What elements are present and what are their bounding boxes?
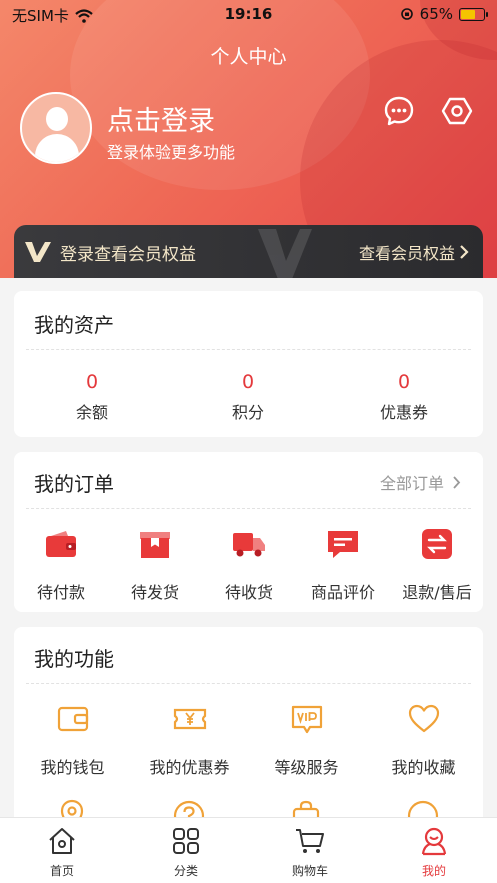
func-coupons[interactable]: 我的优惠券 — [131, 702, 248, 778]
order-pending-shipment[interactable]: 待发货 — [108, 527, 202, 603]
order-refund[interactable]: 退款/售后 — [390, 527, 484, 603]
chat-bubble-icon[interactable] — [383, 95, 415, 127]
heart-icon — [408, 704, 439, 733]
package-icon — [140, 532, 170, 558]
asset-value: 0 — [241, 371, 255, 393]
assets-card: 我的资产 0 余额 0 积分 0 优惠券 — [14, 291, 483, 437]
tab-category[interactable]: 分类 — [124, 826, 248, 879]
tab-bar: 首页 分类 购物车 我的 — [0, 817, 497, 883]
cart-icon — [296, 829, 324, 853]
chevron-right-icon — [453, 475, 461, 489]
func-label: 等级服务 — [274, 758, 339, 777]
asset-label: 优惠券 — [379, 403, 428, 422]
tab-label: 分类 — [173, 864, 198, 878]
vip-banner[interactable]: 登录查看会员权益 查看会员权益 — [14, 225, 483, 278]
tab-label: 首页 — [49, 864, 74, 878]
assets-title: 我的资产 — [34, 313, 114, 337]
asset-label: 积分 — [231, 403, 264, 422]
func-level-service[interactable]: 等级服务 — [248, 702, 365, 778]
avatar[interactable] — [20, 92, 92, 164]
all-orders-label: 全部订单 — [379, 474, 444, 493]
vip-v-icon — [25, 242, 51, 262]
func-favorites[interactable]: 我的收藏 — [365, 702, 482, 778]
tab-label: 我的 — [421, 864, 446, 878]
vip-text: 登录查看会员权益 — [60, 245, 196, 265]
order-label: 待发货 — [130, 583, 179, 602]
divider — [26, 683, 471, 684]
asset-value: 0 — [397, 371, 411, 393]
hexagon-gear-icon[interactable] — [441, 95, 473, 127]
asset-label: 余额 — [75, 403, 108, 422]
truck-icon — [233, 533, 265, 557]
login-subtitle: 登录体验更多功能 — [107, 143, 236, 162]
battery-percent: 65% — [419, 5, 453, 23]
func-label: 我的优惠券 — [149, 758, 230, 777]
functions-title: 我的功能 — [34, 647, 114, 671]
order-pending-payment[interactable]: 待付款 — [14, 527, 108, 603]
order-label: 待付款 — [36, 583, 85, 602]
order-label: 商品评价 — [310, 583, 375, 602]
order-label: 退款/售后 — [402, 583, 472, 602]
battery-icon — [459, 7, 488, 21]
user-icon — [421, 827, 447, 856]
orders-title: 我的订单 — [34, 472, 114, 496]
status-bar: 无SIM卡 19:16 65% — [0, 0, 497, 30]
wallet-outline-icon — [57, 706, 88, 732]
login-button[interactable]: 点击登录 — [107, 99, 215, 138]
order-pending-receipt[interactable]: 待收货 — [202, 527, 296, 603]
asset-balance[interactable]: 0 余额 — [14, 371, 170, 423]
func-wallet[interactable]: 我的钱包 — [14, 702, 131, 778]
comment-icon — [328, 531, 358, 558]
asset-value: 0 — [85, 371, 99, 393]
orientation-lock-icon — [400, 8, 413, 20]
tab-label: 购物车 — [291, 864, 328, 878]
asset-coupons[interactable]: 0 优惠券 — [326, 371, 482, 423]
tab-home[interactable]: 首页 — [0, 826, 124, 879]
vip-watermark-icon — [258, 229, 312, 278]
asset-points[interactable]: 0 积分 — [170, 371, 326, 423]
avatar-body-shape — [35, 134, 79, 162]
vip-benefits-label: 查看会员权益 — [358, 244, 455, 263]
order-label: 待收货 — [224, 583, 273, 602]
page-title: 个人中心 — [210, 46, 287, 68]
func-label: 我的钱包 — [40, 758, 105, 777]
wallet-icon — [46, 531, 76, 557]
func-label: 我的收藏 — [391, 758, 456, 777]
refund-icon — [422, 529, 452, 559]
vip-badge-icon — [291, 705, 322, 734]
order-review[interactable]: 商品评价 — [296, 527, 390, 603]
divider — [26, 349, 471, 350]
profile-header: 无SIM卡 19:16 65% 个人中心 点击登录 登录体验更多功能 登录查看会… — [0, 0, 497, 278]
battery-fill — [461, 9, 476, 19]
orders-card: 我的订单 全部订单 待付款 待发货 待收货 商品评价 退款/售后 — [14, 452, 483, 612]
grid-icon — [173, 828, 199, 854]
coupon-icon — [173, 708, 206, 730]
vip-benefits-link[interactable]: 查看会员权益 — [359, 240, 469, 264]
all-orders-link[interactable]: 全部订单 — [380, 470, 461, 494]
chevron-right-icon — [460, 245, 469, 259]
divider — [26, 508, 471, 509]
tab-mine[interactable]: 我的 — [372, 826, 496, 879]
home-icon — [49, 828, 75, 854]
tab-cart[interactable]: 购物车 — [248, 826, 372, 879]
avatar-head-shape — [46, 107, 68, 131]
